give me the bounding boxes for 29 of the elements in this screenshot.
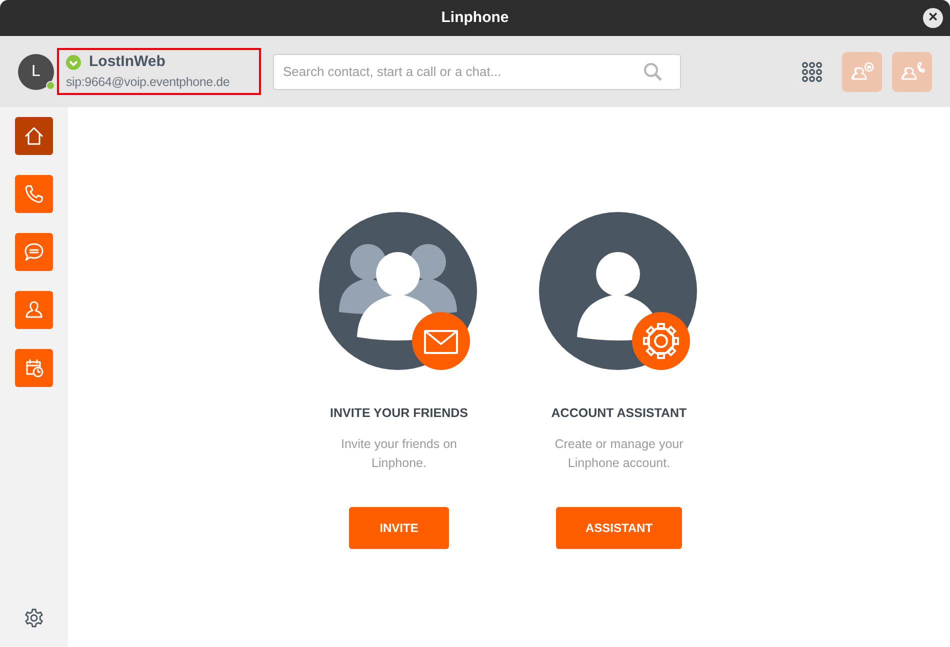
assistant-button[interactable]: ASSISTANT	[556, 506, 682, 549]
avatar: L	[18, 54, 54, 90]
account-info[interactable]: LostInWeb sip:9664@voip.eventphone.de	[57, 48, 261, 95]
calls-tab[interactable]	[15, 175, 53, 213]
home-icon	[24, 126, 44, 146]
person-icon	[24, 300, 44, 320]
search-field[interactable]: Search contact, start a call or a chat...	[273, 54, 681, 90]
account-name: LostInWeb	[89, 52, 166, 72]
sip-address: sip:9664@voip.eventphone.de	[66, 74, 231, 92]
meetings-tab[interactable]	[15, 349, 53, 387]
chat-tab[interactable]	[15, 233, 53, 271]
contacts-tab[interactable]	[15, 291, 53, 329]
window-title: Linphone	[441, 8, 509, 28]
card-title: INVITE YOUR FRIENDS	[330, 405, 468, 422]
card-description: Invite your friends on Linphone.	[340, 436, 458, 472]
chat-bubble-icon	[24, 242, 44, 262]
dialpad-icon	[802, 62, 822, 82]
card-title: ACCOUNT ASSISTANT	[551, 405, 687, 422]
settings-button[interactable]	[23, 607, 45, 629]
home-tab[interactable]	[15, 117, 53, 155]
calendar-clock-icon	[24, 358, 44, 378]
search-icon	[643, 62, 663, 82]
group-chat-icon	[849, 62, 875, 82]
invite-button[interactable]: INVITE	[349, 506, 449, 549]
phone-icon	[24, 184, 44, 204]
settings-icon	[24, 608, 44, 628]
group-call-icon	[899, 62, 925, 82]
close-button[interactable]: ×	[923, 8, 943, 28]
card-description: Create or manage your Linphone account.	[554, 436, 684, 472]
